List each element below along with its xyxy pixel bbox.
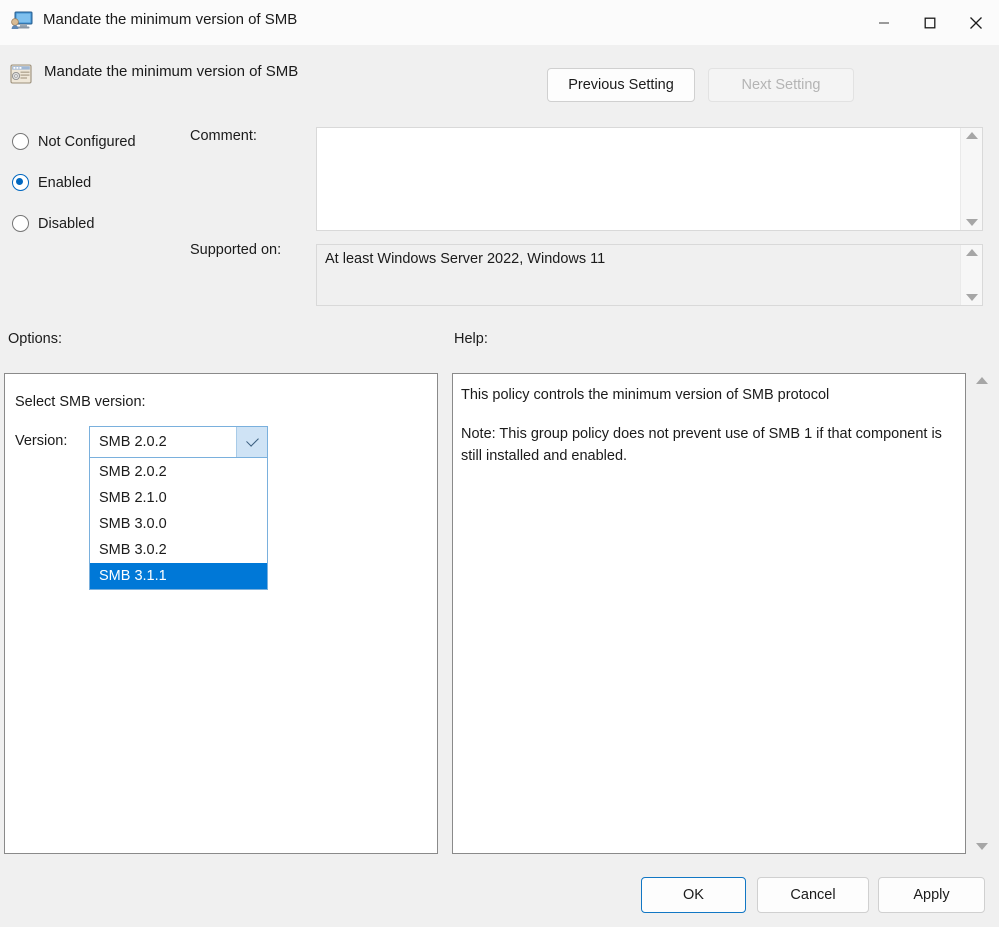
dropdown-item-smb-3-1-1[interactable]: SMB 3.1.1	[90, 563, 267, 589]
radio-enabled-label: Enabled	[38, 175, 91, 191]
maximize-button[interactable]	[907, 0, 953, 45]
next-setting-button: Next Setting	[708, 68, 854, 102]
window-controls	[861, 0, 999, 45]
radio-disabled[interactable]: Disabled	[12, 215, 94, 232]
help-scroll-up-icon[interactable]	[976, 377, 988, 384]
version-combobox[interactable]: SMB 2.0.2	[89, 426, 268, 458]
help-panel: This policy controls the minimum version…	[452, 373, 966, 854]
dropdown-item-smb-2-0-2[interactable]: SMB 2.0.2	[90, 459, 267, 485]
radio-not-configured[interactable]: Not Configured	[12, 133, 136, 150]
dropdown-item-smb-2-1-0[interactable]: SMB 2.1.0	[90, 485, 267, 511]
window-title: Mandate the minimum version of SMB	[43, 11, 297, 28]
policy-setting-title: Mandate the minimum version of SMB	[44, 63, 298, 80]
help-scrollbar[interactable]	[968, 373, 996, 854]
title-bar: Mandate the minimum version of SMB	[0, 0, 999, 45]
group-policy-setting-icon	[9, 62, 33, 86]
version-combobox-value: SMB 2.0.2	[90, 434, 236, 450]
help-section-label: Help:	[454, 331, 488, 347]
apply-button[interactable]: Apply	[878, 877, 985, 913]
supported-on-label: Supported on:	[190, 242, 281, 258]
help-text: This policy controls the minimum version…	[461, 384, 955, 467]
dropdown-item-smb-3-0-2[interactable]: SMB 3.0.2	[90, 537, 267, 563]
cancel-button[interactable]: Cancel	[757, 877, 869, 913]
comment-scroll-up-icon[interactable]	[966, 132, 978, 139]
radio-not-configured-mark	[12, 133, 29, 150]
version-combobox-toggle[interactable]	[236, 427, 267, 457]
select-smb-version-label: Select SMB version:	[15, 394, 146, 410]
options-section-label: Options:	[8, 331, 62, 347]
version-label: Version:	[15, 433, 67, 449]
chevron-down-icon	[246, 434, 259, 447]
radio-enabled-mark	[12, 174, 29, 191]
comment-scrollbar[interactable]	[960, 128, 982, 230]
comment-box[interactable]	[316, 127, 983, 231]
comment-scroll-down-icon[interactable]	[966, 219, 978, 226]
radio-enabled[interactable]: Enabled	[12, 174, 91, 191]
close-button[interactable]	[953, 0, 999, 45]
supported-on-scrollbar[interactable]	[960, 245, 982, 305]
previous-setting-button[interactable]: Previous Setting	[547, 68, 695, 102]
minimize-button[interactable]	[861, 0, 907, 45]
help-paragraph-2: Note: This group policy does not prevent…	[461, 423, 955, 467]
ok-button[interactable]: OK	[641, 877, 746, 913]
help-paragraph-1: This policy controls the minimum version…	[461, 384, 955, 406]
window-computer-icon	[10, 9, 36, 33]
radio-disabled-mark	[12, 215, 29, 232]
radio-not-configured-label: Not Configured	[38, 134, 136, 150]
help-scroll-down-icon[interactable]	[976, 843, 988, 850]
supported-on-value: At least Windows Server 2022, Windows 11	[317, 245, 961, 305]
dropdown-item-smb-3-0-0[interactable]: SMB 3.0.0	[90, 511, 267, 537]
radio-disabled-label: Disabled	[38, 216, 94, 232]
supported-scroll-down-icon[interactable]	[966, 294, 978, 301]
supported-scroll-up-icon[interactable]	[966, 249, 978, 256]
comment-textarea[interactable]	[317, 128, 961, 230]
comment-label: Comment:	[190, 128, 257, 144]
version-dropdown-list[interactable]: SMB 2.0.2 SMB 2.1.0 SMB 3.0.0 SMB 3.0.2 …	[89, 458, 268, 590]
supported-on-box: At least Windows Server 2022, Windows 11	[316, 244, 983, 306]
options-panel: Select SMB version: Version: SMB 2.0.2 S…	[4, 373, 438, 854]
